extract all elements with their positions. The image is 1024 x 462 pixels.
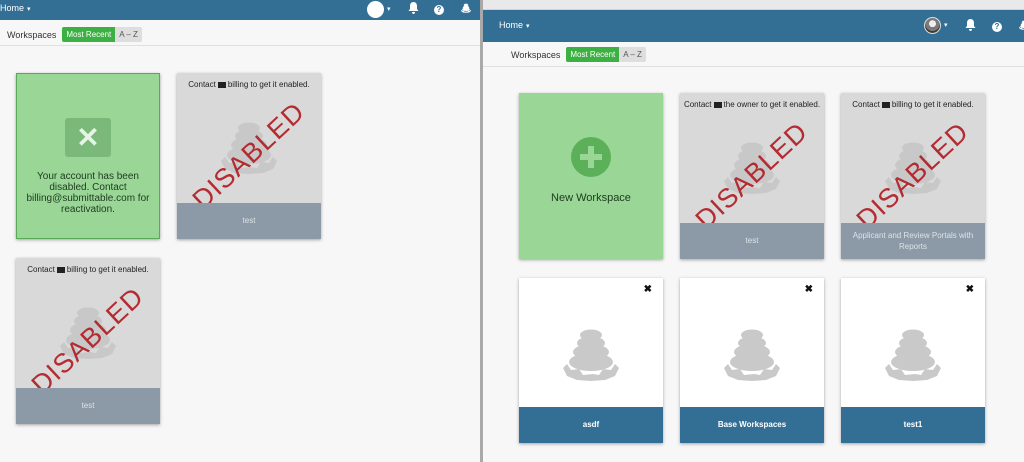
top-navbar: Home ▾ ▾ ?	[0, 0, 480, 20]
workspace-stack-icon[interactable]	[460, 2, 472, 17]
envelope-icon	[217, 81, 226, 88]
close-icon[interactable]: ✖	[644, 284, 652, 295]
most-recent-button[interactable]: Most Recent	[62, 27, 116, 42]
workspace-stack-icon	[724, 329, 780, 381]
envelope-icon	[881, 101, 890, 108]
workspace-name: test	[16, 388, 160, 424]
most-recent-button[interactable]: Most Recent	[566, 47, 620, 62]
home-menu[interactable]: Home ▾	[499, 20, 530, 30]
workspace-stack-icon[interactable]	[1018, 19, 1024, 34]
envelope-icon	[713, 101, 722, 108]
disabled-stamp: DISABLED	[25, 281, 150, 400]
workspace-card[interactable]: ✖ asdf	[519, 278, 663, 443]
divider	[483, 66, 1024, 67]
workspace-name: Applicant and Review Portals with Report…	[841, 223, 985, 259]
left-window: Home ▾ ▾ ? Workspaces Most Recent A – Z ✕…	[0, 0, 480, 462]
account-disabled-message: Your account has been disabled. Contact …	[26, 171, 150, 215]
workspaces-label: Workspaces	[7, 29, 57, 40]
az-button[interactable]: A – Z	[115, 27, 142, 42]
home-label: Home	[499, 20, 524, 30]
workspace-stack-icon	[885, 329, 941, 381]
workspace-name: test1	[841, 407, 985, 443]
contact-message: Contact billing to get it enabled.	[188, 80, 310, 89]
workspace-stack-icon	[563, 329, 619, 381]
top-navbar: Home ▾ ▾ ?	[483, 10, 1024, 42]
new-workspace-label: New Workspace	[551, 192, 631, 204]
disabled-workspace-card[interactable]: Contact billing to get it enabled. DISABL…	[841, 93, 985, 259]
avatar[interactable]	[367, 1, 384, 18]
close-icon: ✕	[65, 118, 111, 157]
close-icon[interactable]: ✖	[966, 284, 974, 295]
contact-message: Contact billing to get it enabled.	[852, 100, 974, 109]
disabled-workspace-card[interactable]: Contact billing to get it enabled. DISABL…	[16, 258, 160, 424]
workspaces-label: Workspaces	[511, 49, 561, 60]
contact-message: Contact the owner to get it enabled.	[683, 100, 821, 109]
chevron-down-icon: ▾	[27, 6, 31, 13]
close-icon[interactable]: ✖	[805, 284, 813, 295]
plus-circle-icon	[571, 137, 611, 177]
right-window: Home ▾ ▾ ? Workspaces Most Recent A – Z N…	[483, 0, 1024, 462]
help-icon[interactable]: ?	[434, 4, 444, 15]
new-workspace-card[interactable]: New Workspace	[519, 93, 663, 259]
divider	[0, 45, 480, 46]
envelope-icon	[56, 266, 65, 273]
chevron-down-icon: ▾	[526, 23, 530, 30]
account-disabled-card: ✕ Your account has been disabled. Contac…	[16, 73, 160, 239]
az-button[interactable]: A – Z	[619, 47, 646, 62]
disabled-stamp: DISABLED	[850, 116, 975, 235]
workspace-card[interactable]: ✖ Base Workspaces	[680, 278, 824, 443]
bell-icon[interactable]	[408, 2, 419, 17]
workspace-name: asdf	[519, 407, 663, 443]
chevron-down-icon: ▾	[944, 22, 948, 29]
workspace-name: test	[177, 203, 321, 239]
workspace-filter: Workspaces Most Recent A – Z	[511, 47, 646, 62]
workspace-filter: Workspaces Most Recent A – Z	[7, 27, 142, 42]
workspace-card[interactable]: ✖ test1	[841, 278, 985, 443]
avatar[interactable]	[924, 17, 941, 34]
bell-icon[interactable]	[965, 19, 976, 34]
contact-message: Contact billing to get it enabled.	[27, 265, 149, 274]
browser-tab-strip	[483, 0, 1024, 10]
home-menu[interactable]: Home ▾	[0, 3, 31, 13]
disabled-workspace-card[interactable]: Contact the owner to get it enabled. DISA…	[680, 93, 824, 259]
disabled-workspace-card[interactable]: Contact billing to get it enabled. DISABL…	[177, 73, 321, 239]
disabled-stamp: DISABLED	[689, 116, 814, 235]
workspace-name: test	[680, 223, 824, 259]
chevron-down-icon: ▾	[387, 6, 391, 13]
disabled-stamp: DISABLED	[186, 96, 311, 215]
workspace-name: Base Workspaces	[680, 407, 824, 443]
home-label: Home	[0, 3, 25, 13]
help-icon[interactable]: ?	[992, 21, 1002, 32]
